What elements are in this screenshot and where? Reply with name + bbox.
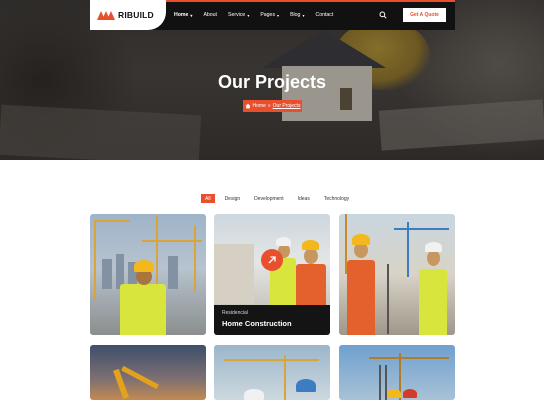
crane-image (156, 216, 158, 291)
filter-design[interactable]: Design (225, 194, 241, 203)
breadcrumb-current: Our Projects (272, 103, 301, 109)
building-image (102, 259, 112, 289)
arrow-up-right-icon[interactable] (261, 249, 283, 271)
filter-ideas[interactable]: Ideas (298, 194, 310, 203)
project-card-home-construction[interactable]: Residencial Home Construction (214, 214, 330, 335)
building-image (214, 244, 254, 304)
project-caption: Residencial Home Construction (214, 305, 330, 335)
nav-item-contact[interactable]: Contact (315, 12, 333, 18)
hard-hat-image (425, 242, 442, 252)
site-header: RIBUILD Home ▾ About Service ▾ Pages ▾ B… (90, 0, 455, 30)
home-icon (245, 103, 250, 109)
excavator-image (121, 365, 159, 390)
logo[interactable]: RIBUILD (90, 0, 166, 30)
main-nav: Home ▾ About Service ▾ Pages ▾ Blog ▾ Co… (174, 0, 344, 30)
crane-image (224, 359, 319, 361)
nav-item-pages[interactable]: Pages ▾ (260, 12, 279, 18)
project-card[interactable] (339, 345, 455, 400)
nav-item-label: About (203, 12, 217, 18)
crane-image (407, 222, 409, 277)
survey-tripod-image (387, 264, 389, 334)
hard-hat-image (134, 260, 154, 272)
breadcrumb: Home » Our Projects (243, 100, 302, 112)
chevron-down-icon: ▾ (277, 12, 280, 18)
crane-image (94, 220, 96, 300)
worker-image (427, 250, 440, 266)
nav-item-label: Contact (315, 12, 334, 18)
worker-image (419, 269, 447, 335)
nav-item-label: Blog (290, 12, 301, 18)
crane-image (369, 357, 449, 359)
breadcrumb-separator: » (267, 103, 271, 109)
nav-item-label: Home (174, 12, 189, 18)
hard-hat-image (276, 237, 291, 246)
logo-text: RIBUILD (118, 10, 154, 20)
hard-hat-image (302, 240, 319, 250)
nav-item-service[interactable]: Service ▾ (228, 12, 249, 18)
page-title: Our Projects (217, 72, 327, 92)
hard-hat-image (387, 389, 401, 398)
search-icon[interactable] (379, 11, 387, 19)
filter-development[interactable]: Development (254, 194, 283, 203)
crane-image (284, 355, 286, 400)
hard-hat-image (403, 389, 417, 398)
filter-technology[interactable]: Technology (324, 194, 349, 203)
chevron-down-icon: ▾ (247, 12, 250, 18)
project-card[interactable] (90, 345, 206, 400)
worker-image (120, 284, 166, 335)
nav-item-about[interactable]: About (203, 12, 217, 18)
nav-item-label: Pages (260, 12, 276, 18)
get-a-quote-button[interactable]: Get A Quote (403, 8, 446, 22)
chevron-down-icon: ▾ (190, 12, 193, 18)
crane-image (94, 220, 130, 222)
crane-image (394, 228, 449, 230)
nav-item-label: Service (228, 12, 246, 18)
logo-mark-icon (97, 10, 115, 20)
arrow-up-right-glyph (268, 256, 276, 264)
filter-all[interactable]: All (201, 194, 215, 203)
project-card[interactable] (214, 345, 330, 400)
project-title[interactable]: Home Construction (222, 319, 322, 328)
hard-hat-image (244, 389, 264, 400)
breadcrumb-home-link[interactable]: Home (253, 103, 266, 109)
worker-image (296, 264, 326, 309)
project-card[interactable] (339, 214, 455, 335)
crane-image (194, 226, 196, 291)
hard-hat-image (296, 379, 316, 392)
nav-item-home[interactable]: Home ▾ (174, 12, 192, 18)
project-category: Residencial (222, 310, 248, 316)
hard-hat-image (352, 234, 370, 245)
chevron-down-icon: ▾ (302, 12, 305, 18)
project-card[interactable] (90, 214, 206, 335)
worker-image (347, 260, 375, 335)
worker-image (304, 248, 318, 264)
building-image (168, 256, 178, 289)
crane-image (142, 240, 202, 242)
project-filters: All Design Development Ideas Technology (201, 194, 363, 203)
nav-item-blog[interactable]: Blog ▾ (290, 12, 304, 18)
scaffold-image (379, 365, 381, 400)
